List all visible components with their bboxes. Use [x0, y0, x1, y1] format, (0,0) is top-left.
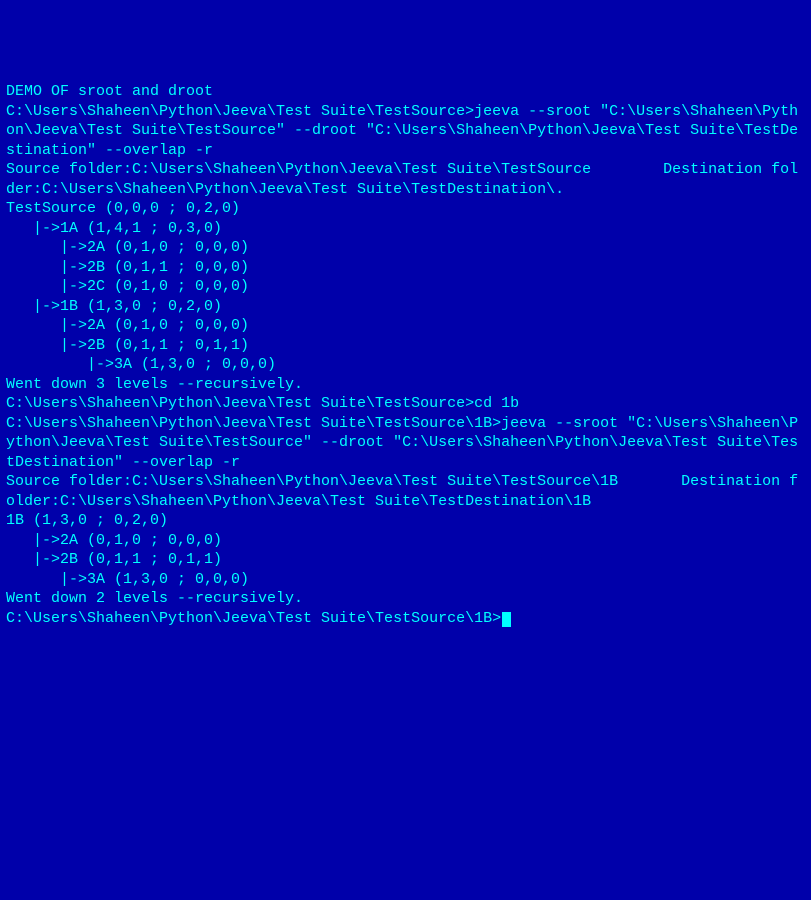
- terminal-line: |->2B (0,1,1 ; 0,0,0): [6, 258, 805, 278]
- terminal-line: Went down 3 levels --recursively.: [6, 375, 805, 395]
- terminal-line: C:\Users\Shaheen\Python\Jeeva\Test Suite…: [6, 414, 805, 473]
- terminal-line: |->2C (0,1,0 ; 0,0,0): [6, 277, 805, 297]
- terminal-line: Went down 2 levels --recursively.: [6, 589, 805, 609]
- terminal-window[interactable]: DEMO OF sroot and drootC:\Users\Shaheen\…: [6, 82, 805, 802]
- terminal-line: |->1B (1,3,0 ; 0,2,0): [6, 297, 805, 317]
- terminal-line: 1B (1,3,0 ; 0,2,0): [6, 511, 805, 531]
- terminal-line: Source folder:C:\Users\Shaheen\Python\Je…: [6, 472, 805, 511]
- terminal-line: C:\Users\Shaheen\Python\Jeeva\Test Suite…: [6, 102, 805, 161]
- terminal-line: |->2A (0,1,0 ; 0,0,0): [6, 531, 805, 551]
- terminal-line: |->2A (0,1,0 ; 0,0,0): [6, 316, 805, 336]
- terminal-line: |->2A (0,1,0 ; 0,0,0): [6, 238, 805, 258]
- terminal-line: |->1A (1,4,1 ; 0,3,0): [6, 219, 805, 239]
- terminal-line: |->3A (1,3,0 ; 0,0,0): [6, 570, 805, 590]
- terminal-line: C:\Users\Shaheen\Python\Jeeva\Test Suite…: [6, 394, 805, 414]
- terminal-line: |->3A (1,3,0 ; 0,0,0): [6, 355, 805, 375]
- terminal-prompt: C:\Users\Shaheen\Python\Jeeva\Test Suite…: [6, 610, 501, 627]
- cursor: [502, 612, 511, 627]
- terminal-line: TestSource (0,0,0 ; 0,2,0): [6, 199, 805, 219]
- terminal-line: |->2B (0,1,1 ; 0,1,1): [6, 550, 805, 570]
- terminal-line: |->2B (0,1,1 ; 0,1,1): [6, 336, 805, 356]
- terminal-line: Source folder:C:\Users\Shaheen\Python\Je…: [6, 160, 805, 199]
- terminal-line: DEMO OF sroot and droot: [6, 82, 805, 102]
